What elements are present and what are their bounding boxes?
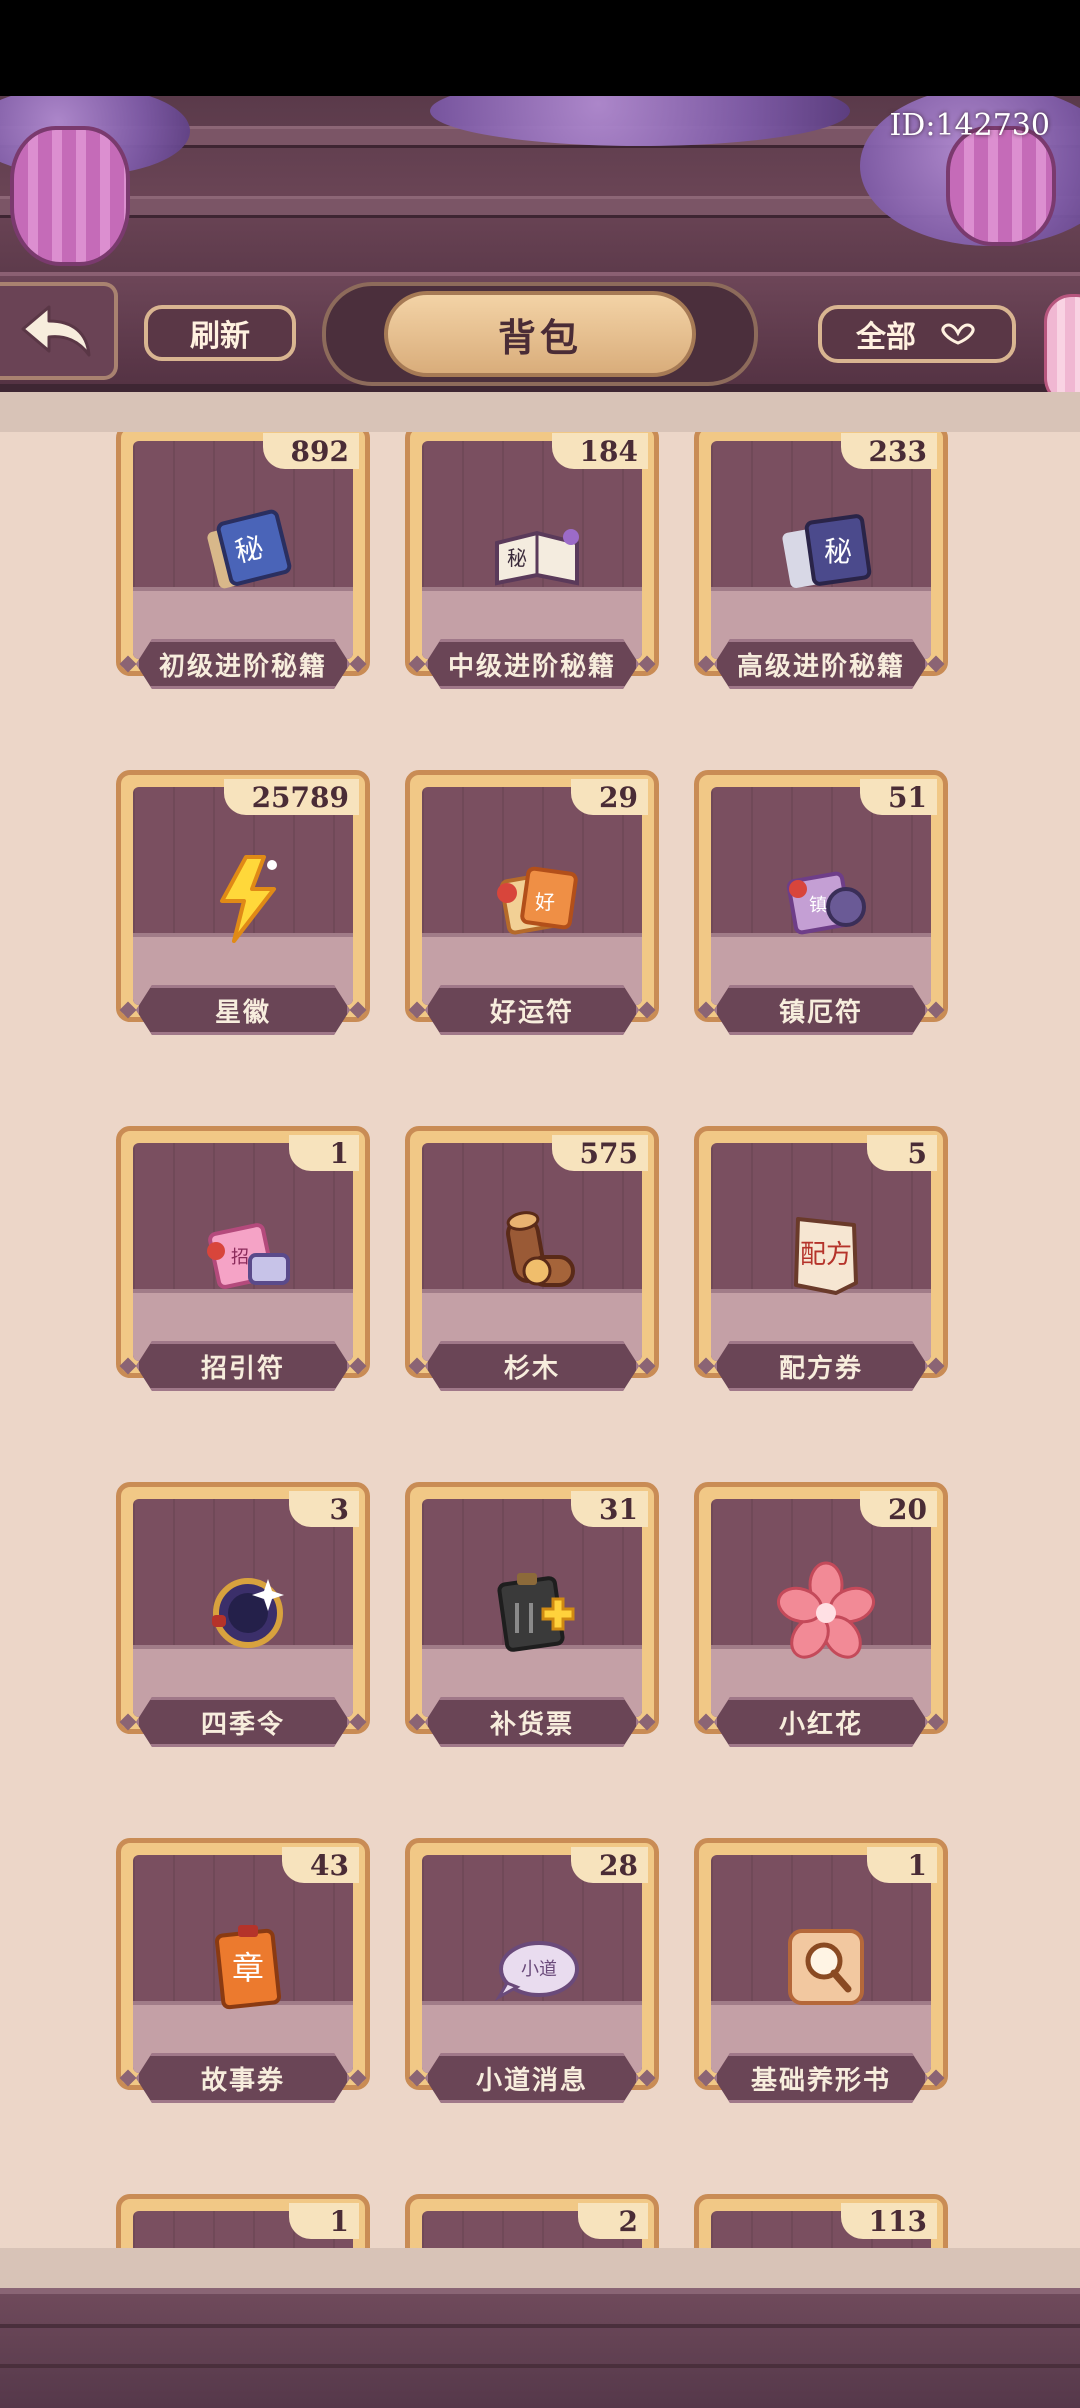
filter-label: 全部 (856, 320, 916, 355)
inventory-item[interactable]: 184 秘 中级进阶秘籍 (405, 432, 659, 716)
item-quantity: 184 (551, 433, 648, 469)
inventory-grid: 892 秘 初级进阶秘籍 184 秘 中级进阶秘籍 233 秘 高级进阶秘籍 2… (0, 432, 1080, 2285)
item-quantity: 28 (571, 1847, 648, 1883)
item-name: 配方券 (714, 1341, 928, 1391)
inventory-item[interactable]: 28 小道 小道消息 (405, 1838, 659, 2130)
item-name: 故事券 (136, 2053, 350, 2103)
filter-dropdown[interactable]: 全部 (818, 305, 1016, 363)
inventory-item[interactable]: 5 配方 配方券 (694, 1126, 948, 1418)
refresh-button[interactable]: 刷新 (144, 305, 296, 361)
inventory-item[interactable]: 29 好 好运符 (405, 770, 659, 1062)
item-quantity: 1 (867, 1847, 937, 1883)
ward-charm-icon: 镇 (776, 849, 876, 949)
scroll-book-blue-icon: 秘 (198, 503, 298, 603)
svg-text:秘: 秘 (507, 546, 527, 570)
item-quantity: 20 (860, 1491, 937, 1527)
lucky-charm-icon: 好 (487, 849, 587, 949)
item-name: 四季令 (136, 1697, 350, 1747)
item-quantity: 5 (867, 1135, 937, 1171)
item-name: 小道消息 (425, 2053, 639, 2103)
item-name: 小红花 (714, 1697, 928, 1747)
item-name: 高级进阶秘籍 (714, 639, 928, 689)
restock-ticket-icon (487, 1561, 587, 1661)
summon-charm-icon: 招 (198, 1205, 298, 1305)
item-quantity: 1 (289, 2203, 359, 2239)
item-quantity: 2 (578, 2203, 648, 2239)
item-name: 基础养形书 (714, 2053, 928, 2103)
chevron-down-icon (941, 323, 975, 345)
wood-log-icon (487, 1205, 587, 1305)
gossip-note-icon: 小道 (487, 1917, 587, 2017)
svg-text:镇: 镇 (809, 895, 827, 916)
user-id: ID:142730 (889, 108, 1050, 143)
inventory-item[interactable]: 1 招 招引符 (116, 1126, 370, 1418)
item-name: 补货票 (425, 1697, 639, 1747)
item-quantity: 51 (860, 779, 937, 815)
inventory-item[interactable]: 25789 星徽 (116, 770, 370, 1062)
red-flower-icon (776, 1561, 876, 1661)
item-name: 好运符 (425, 985, 639, 1035)
lantern-icon (946, 126, 1056, 246)
item-quantity: 29 (571, 779, 648, 815)
item-quantity: 31 (571, 1491, 648, 1527)
story-ticket-icon: 章 (198, 1917, 298, 2017)
item-quantity: 3 (289, 1491, 359, 1527)
item-quantity: 233 (840, 433, 937, 469)
top-rail (0, 392, 1080, 432)
item-quantity: 1 (289, 1135, 359, 1171)
item-quantity: 892 (262, 433, 359, 469)
svg-text:招: 招 (231, 1247, 249, 1268)
back-button[interactable] (0, 282, 118, 380)
inventory-item[interactable]: 3 四季令 (116, 1482, 370, 1774)
inventory-item[interactable]: 233 秘 高级进阶秘籍 (694, 432, 948, 716)
season-token-icon (198, 1561, 298, 1661)
inventory-item[interactable]: 1 基础养形书 (694, 1838, 948, 2130)
recipe-coupon-icon: 配方 (776, 1205, 876, 1305)
bottom-floor (0, 2288, 1080, 2408)
inventory-item[interactable]: 892 秘 初级进阶秘籍 (116, 432, 370, 716)
svg-text:章: 章 (232, 1949, 264, 1987)
lantern-icon (10, 126, 130, 266)
item-name: 中级进阶秘籍 (425, 639, 639, 689)
inventory-item[interactable]: 43 章 故事券 (116, 1838, 370, 2130)
svg-text:好: 好 (535, 890, 555, 914)
item-quantity: 43 (282, 1847, 359, 1883)
inventory-item[interactable]: 51 镇 镇厄符 (694, 770, 948, 1062)
scroll-book-white-icon: 秘 (487, 503, 587, 603)
item-name: 镇厄符 (714, 985, 928, 1035)
inventory-item[interactable]: 31 补货票 (405, 1482, 659, 1774)
svg-text:小道: 小道 (521, 1959, 557, 1980)
svg-text:配方: 配方 (800, 1240, 852, 1270)
side-lantern-icon (1044, 294, 1080, 406)
item-quantity: 575 (551, 1135, 648, 1171)
inventory-item[interactable]: 20 小红花 (694, 1482, 948, 1774)
magnifier-book-icon (776, 1917, 876, 2017)
item-quantity: 25789 (223, 779, 359, 815)
back-arrow-icon (21, 305, 91, 357)
page-title: 背包 (384, 291, 696, 377)
item-quantity: 113 (840, 2203, 937, 2239)
item-name: 招引符 (136, 1341, 350, 1391)
svg-text:秘: 秘 (824, 535, 852, 568)
lightning-badge-icon (198, 849, 298, 949)
item-name: 杉木 (425, 1341, 639, 1391)
item-name: 初级进阶秘籍 (136, 639, 350, 689)
floor-plank (0, 2324, 1080, 2328)
bottom-rail (0, 2248, 1080, 2288)
inventory-item[interactable]: 575 杉木 (405, 1126, 659, 1418)
floor-plank (0, 2364, 1080, 2368)
item-name: 星徽 (136, 985, 350, 1035)
scroll-book-purple-icon: 秘 (776, 503, 876, 603)
status-bar (0, 0, 1080, 96)
